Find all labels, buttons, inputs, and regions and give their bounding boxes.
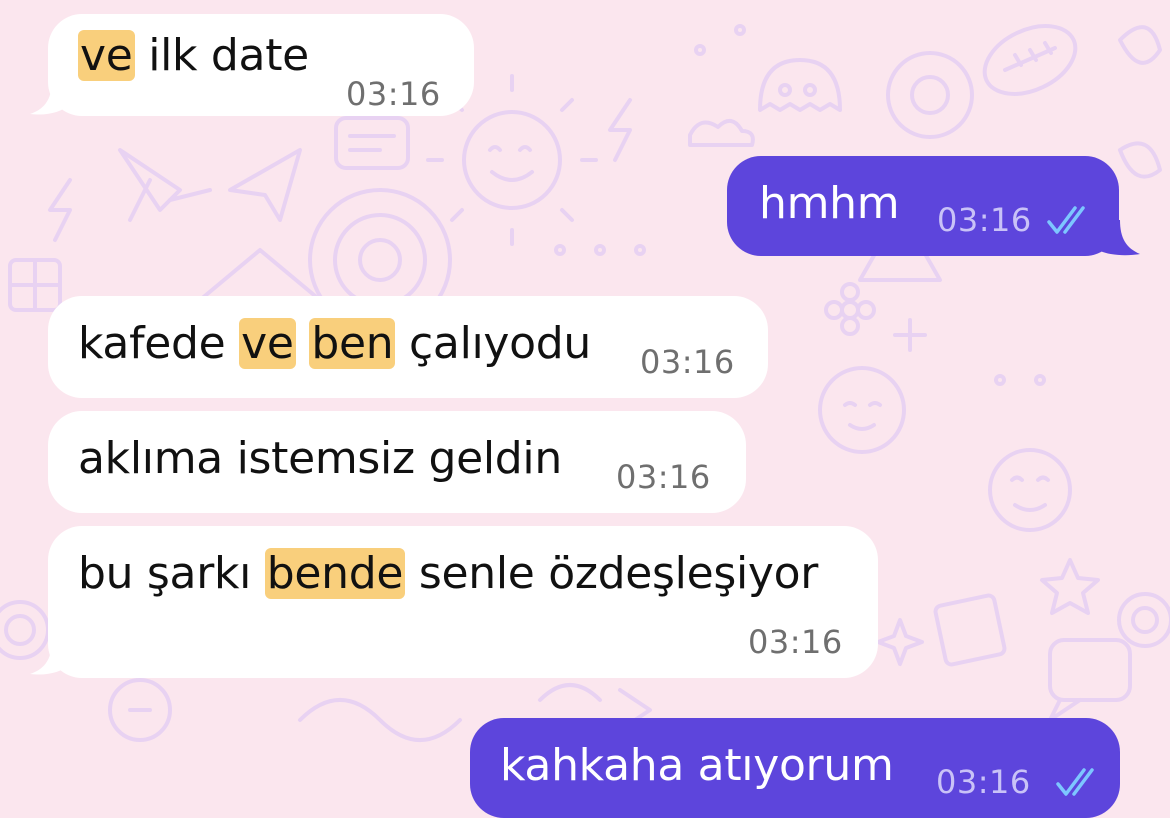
message-text: hmhm: [759, 178, 900, 229]
plus-doodle-icon: [893, 318, 927, 352]
paper-plane-doodle-icon: [228, 148, 302, 222]
leaf-doodle-icon: [1118, 25, 1162, 179]
message-bubble-outgoing[interactable]: kahkaha atıyorum 03:16: [470, 718, 1120, 818]
message-timestamp: 03:16: [936, 763, 1031, 801]
message-text: ve ilk date: [78, 30, 309, 81]
message-bubble-incoming[interactable]: aklıma istemsiz geldin 03:16: [48, 411, 746, 513]
highlight-match: bende: [264, 548, 406, 599]
message-bubble-outgoing[interactable]: hmhm 03:16: [727, 156, 1119, 256]
flower-doodle-icon: [824, 282, 876, 336]
badge-doodle-icon: [108, 678, 172, 742]
message-bubble-incoming[interactable]: ve ilk date 03:16: [48, 14, 474, 116]
smiley-doodle-icon: [988, 448, 1072, 532]
message-text: kafede ve ben çalıyodu: [78, 318, 591, 369]
box-doodle-icon: [8, 258, 62, 312]
girl-doodle-icon: [818, 366, 906, 454]
chat-bubble-doodle-icon: [334, 116, 410, 170]
star-doodle-icon: [1040, 558, 1100, 615]
message-text: aklıma istemsiz geldin: [78, 433, 562, 484]
double-check-read-icon: [1047, 206, 1085, 234]
message-timestamp: 03:16: [346, 75, 441, 113]
cloud-doodle-icon: [688, 119, 755, 147]
highlight-match: ve: [239, 318, 296, 369]
highlight-match: ben: [309, 318, 396, 369]
football-doodle-icon: [982, 24, 1078, 96]
double-check-read-icon: [1056, 768, 1094, 796]
life-ring-doodle-icon: [886, 51, 974, 139]
message-timestamp: 03:16: [640, 343, 735, 381]
message-text: bu şarkı bende senle özdeşleşiyor: [78, 548, 819, 599]
message-bubble-incoming[interactable]: kafede ve ben çalıyodu 03:16: [48, 296, 768, 398]
message-text: kahkaha atıyorum: [500, 740, 894, 791]
bubble-tail-incoming: [30, 640, 70, 675]
message-bubble-incoming[interactable]: bu şarkı bende senle özdeşleşiyor 03:16: [48, 526, 878, 678]
sparkle-doodle-icon: [876, 618, 924, 666]
ghost-doodle-icon: [758, 58, 842, 112]
message-timestamp: 03:16: [748, 623, 843, 661]
message-timestamp: 03:16: [616, 458, 711, 496]
bubble-tail-incoming: [30, 80, 70, 115]
rocket-doodle-icon: [118, 148, 212, 222]
bubble-tail-outgoing: [1098, 220, 1140, 256]
speech-doodle-icon: [1048, 638, 1132, 722]
highlight-match: ve: [78, 30, 135, 81]
square-doodle-icon: [933, 593, 1007, 667]
message-timestamp: 03:16: [937, 201, 1032, 239]
